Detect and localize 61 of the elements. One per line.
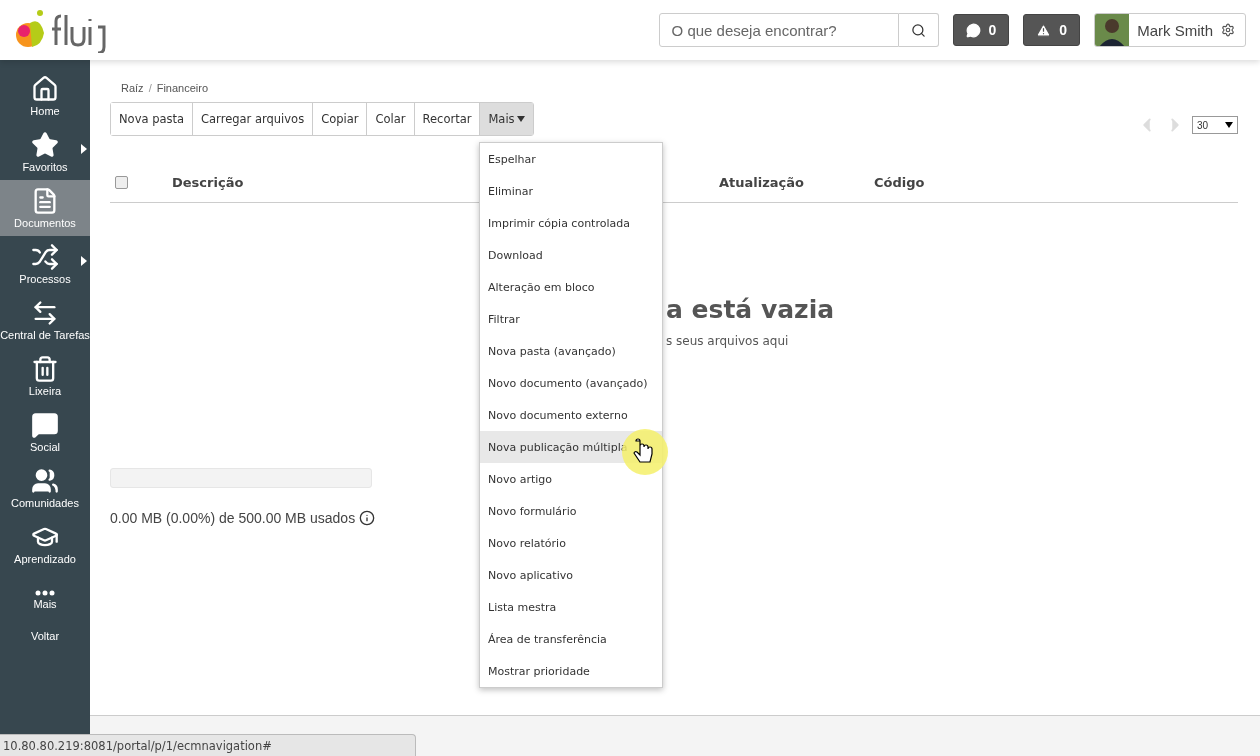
menu-item[interactable]: Espelhar bbox=[480, 143, 662, 175]
sidebar-item[interactable]: Central de Tarefas bbox=[0, 292, 90, 348]
select-all-checkbox[interactable] bbox=[115, 175, 128, 189]
menu-item[interactable]: Lista mestra bbox=[480, 591, 662, 623]
menu-item[interactable]: Área de transferência bbox=[480, 623, 662, 655]
storage-usage-text: 0.00 MB (0.00%) de 500.00 MB usados bbox=[110, 510, 356, 526]
sidebar-item[interactable]: Lixeira bbox=[0, 348, 90, 404]
home-icon bbox=[31, 75, 59, 103]
back-link[interactable]: Voltar bbox=[30, 630, 60, 642]
alerts-button[interactable]: 0 bbox=[1023, 14, 1081, 46]
empty-hint: s seus arquivos aqui bbox=[666, 334, 790, 348]
user-menu-button[interactable]: Mark Smith bbox=[1094, 13, 1246, 47]
sidebar-item[interactable]: Social bbox=[0, 404, 90, 460]
sidebar-item[interactable]: Aprendizado bbox=[0, 516, 90, 572]
caret-icon bbox=[1225, 122, 1233, 128]
star-icon bbox=[31, 131, 59, 159]
info-icon[interactable] bbox=[359, 510, 376, 526]
search-button[interactable] bbox=[898, 13, 939, 47]
menu-item[interactable]: Novo aplicativo bbox=[480, 559, 662, 591]
trash-icon bbox=[31, 355, 59, 383]
menu-item[interactable]: Download bbox=[480, 239, 662, 271]
breadcrumb-link[interactable]: Raíz bbox=[121, 82, 144, 94]
menu-item[interactable]: Mostrar prioridade bbox=[480, 655, 662, 687]
breadcrumb-separator: / bbox=[148, 82, 152, 94]
sidebar-item[interactable]: Comunidades bbox=[0, 460, 90, 516]
menu-item[interactable]: Novo relatório bbox=[480, 527, 662, 559]
logo-icon[interactable] bbox=[14, 7, 106, 53]
chat-icon bbox=[31, 411, 59, 439]
toolbar-button[interactable]: Nova pasta bbox=[111, 103, 194, 135]
menu-item[interactable]: Novo documento externo bbox=[480, 399, 662, 431]
arrows-icon bbox=[31, 243, 59, 271]
more-dropdown-button[interactable]: Mais bbox=[480, 103, 533, 135]
sidebar-item[interactable]: Mais bbox=[0, 572, 90, 628]
sidebar-item[interactable]: Favoritos bbox=[0, 124, 90, 180]
menu-item[interactable]: Novo documento (avançado) bbox=[480, 367, 662, 399]
menu-item[interactable]: Alteração em bloco bbox=[480, 271, 662, 303]
messages-button[interactable]: 0 bbox=[952, 14, 1010, 46]
avatar-icon bbox=[1095, 14, 1130, 46]
column-header[interactable]: Código bbox=[874, 174, 974, 190]
breadcrumb-link[interactable]: Financeiro bbox=[156, 82, 209, 94]
caret-icon bbox=[516, 116, 525, 122]
sidebar-item[interactable]: Documentos bbox=[0, 180, 90, 236]
status-url: 10.80.80.219:8081/portal/p/1/ecmnavigation# bbox=[0, 734, 416, 756]
sidebar-item[interactable]: Processos bbox=[0, 236, 90, 292]
menu-item[interactable]: Filtrar bbox=[480, 303, 662, 335]
page-size-select[interactable]: 30 bbox=[1192, 116, 1238, 134]
ellipsis-icon bbox=[35, 590, 55, 596]
menu-item[interactable]: Nova pasta (avançado) bbox=[480, 335, 662, 367]
menu-item[interactable]: Imprimir cópia controlada bbox=[480, 207, 662, 239]
people-icon bbox=[31, 467, 59, 495]
menu-item[interactable]: Eliminar bbox=[480, 175, 662, 207]
column-header[interactable]: Atualização bbox=[719, 174, 874, 190]
menu-item[interactable]: Novo formulário bbox=[480, 495, 662, 527]
search-icon bbox=[910, 22, 926, 38]
empty-title: a está vazia bbox=[666, 295, 836, 324]
speech-bubble-icon bbox=[965, 22, 981, 38]
warning-icon bbox=[1036, 22, 1052, 38]
settings-icon bbox=[1221, 23, 1235, 37]
menu-item[interactable]: Novo artigo bbox=[480, 463, 662, 495]
sidebar-item[interactable]: Home bbox=[0, 68, 90, 124]
search-field[interactable]: O que deseja encontrar? bbox=[658, 13, 899, 47]
